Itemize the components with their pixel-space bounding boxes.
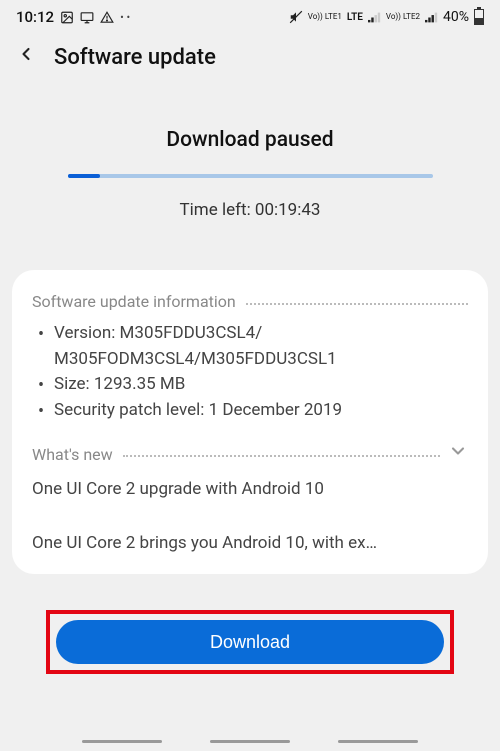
header: Software update — [0, 30, 500, 90]
progress-bar — [68, 174, 433, 178]
monitor-icon — [80, 10, 94, 24]
signal-icon-2 — [425, 12, 438, 23]
sim2-label: Vo)) LTE2 — [386, 13, 420, 21]
whatsnew-section-label: What's new — [32, 445, 113, 464]
warning-icon — [100, 10, 114, 24]
list-item: Security patch level: 1 December 2019 — [32, 398, 468, 424]
dotted-divider — [246, 303, 468, 305]
nav-back[interactable] — [338, 740, 418, 743]
version-text: Version: M305FDDU3CSL4/ — [54, 323, 262, 343]
lte-text: LTE — [347, 12, 363, 23]
info-section-label: Software update information — [32, 292, 236, 311]
status-left: 10:12 • • — [16, 8, 130, 26]
info-list: Version: M305FDDU3CSL4/ M305FODM3CSL4/M3… — [32, 321, 468, 423]
progress-fill — [68, 174, 101, 178]
download-button[interactable]: Download — [56, 620, 444, 664]
signal-icon-1 — [368, 12, 381, 23]
time-left: Time left: 00:19:43 — [40, 200, 460, 220]
info-card: Software update information Version: M30… — [12, 270, 488, 574]
version-cont: M305FODM3CSL4/M305FDDU3CSL1 — [54, 347, 468, 373]
page-title: Software update — [54, 45, 216, 70]
info-section-header: Software update information — [32, 292, 468, 311]
whatsnew-section-header[interactable]: What's new — [32, 441, 468, 467]
nav-home[interactable] — [210, 740, 290, 743]
nav-bar — [0, 740, 500, 743]
list-item: Version: M305FDDU3CSL4/ M305FODM3CSL4/M3… — [32, 321, 468, 372]
list-item: Size: 1293.35 MB — [32, 372, 468, 398]
clock: 10:12 — [16, 8, 54, 26]
status-right: Vo)) LTE1 LTE Vo)) LTE2 40% — [289, 9, 484, 25]
more-icon: • • — [120, 11, 130, 24]
mute-icon — [289, 10, 303, 24]
battery-icon — [474, 9, 484, 25]
sim1-label: Vo)) LTE1 — [308, 13, 342, 21]
battery-pct: 40% — [443, 9, 469, 25]
dotted-divider — [123, 455, 440, 457]
download-highlight: Download — [46, 610, 454, 674]
status-bar: 10:12 • • Vo)) LTE1 LTE Vo)) LTE2 40% — [0, 0, 500, 30]
whatsnew-line2: One UI Core 2 brings you Android 10, wit… — [32, 531, 468, 557]
back-icon[interactable] — [16, 44, 36, 70]
paused-section: Download paused Time left: 00:19:43 — [0, 90, 500, 230]
nav-recents[interactable] — [82, 740, 162, 743]
whatsnew-line1: One UI Core 2 upgrade with Android 10 — [32, 477, 468, 503]
image-icon — [60, 10, 74, 24]
chevron-down-icon[interactable] — [448, 441, 468, 467]
paused-title: Download paused — [40, 128, 460, 152]
